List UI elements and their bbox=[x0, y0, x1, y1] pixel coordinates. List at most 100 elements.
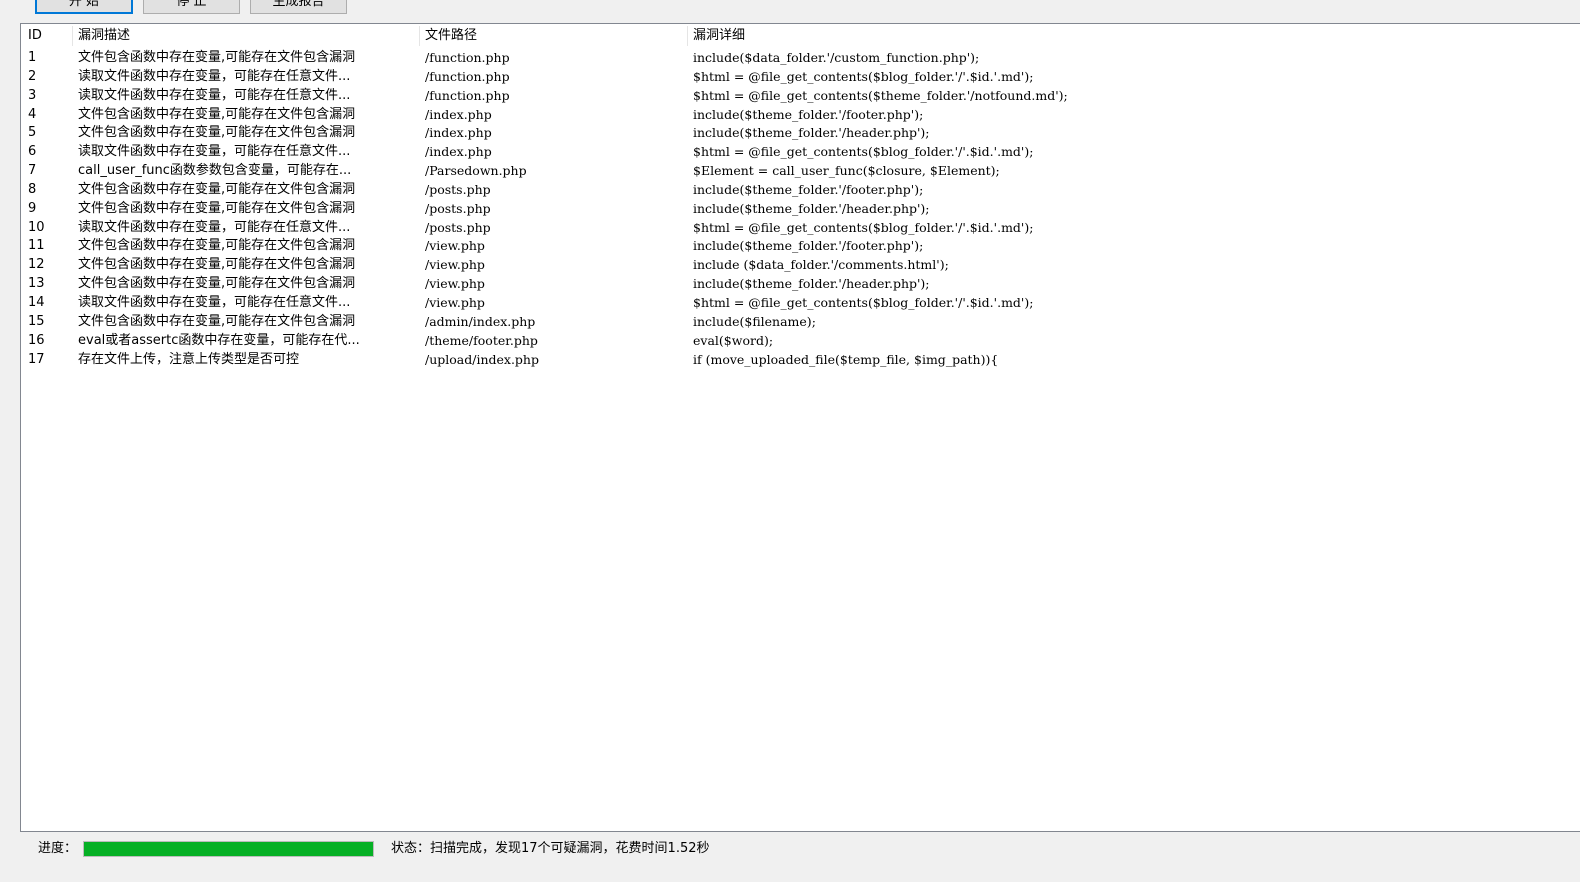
row-file-path: /index.php bbox=[425, 144, 492, 160]
row-id: 15 bbox=[28, 313, 45, 329]
table-row[interactable]: 14 读取文件函数中存在变量，可能存在任意文件... /view.php $html … bbox=[21, 294, 1580, 313]
row-file-path: /upload/index.php bbox=[425, 351, 539, 367]
progress-fill bbox=[84, 842, 373, 856]
row-description: 存在文件上传，注意上传类型是否可控 bbox=[78, 351, 300, 367]
table-row[interactable]: 3 读取文件函数中存在变量，可能存在任意文件... /function.php $ht… bbox=[21, 87, 1580, 106]
row-id: 10 bbox=[28, 219, 45, 235]
row-detail: include($theme_folder.'/header.php'); bbox=[693, 200, 930, 216]
row-file-path: /view.php bbox=[425, 257, 485, 273]
table-row[interactable]: 17 存在文件上传，注意上传类型是否可控/upload/index.php if (… bbox=[21, 351, 1580, 370]
column-header-id[interactable]: ID bbox=[22, 24, 72, 48]
row-detail: eval($word); bbox=[693, 332, 774, 348]
row-description: 读取文件函数中存在变量，可能存在任意文件... bbox=[78, 144, 351, 160]
vulnerability-list[interactable]: ID 漏洞描述 文件路径 漏洞详细 1 文件包含函数中存在变量,可能存在文件包含漏… bbox=[20, 23, 1580, 832]
row-id: 5 bbox=[28, 125, 37, 141]
row-detail: if (move_uploaded_file($temp_file, $img_… bbox=[693, 351, 999, 367]
row-file-path: /function.php bbox=[425, 50, 510, 65]
row-detail: include($theme_folder.'/footer.php'); bbox=[693, 181, 924, 197]
row-detail: include($theme_folder.'/footer.php'); bbox=[693, 238, 924, 254]
status-bar: 进度： 状态：扫描完成，发现17个可疑漏洞，花费时间1.52秒 bbox=[20, 834, 1580, 864]
row-file-path: /theme/footer.php bbox=[425, 332, 538, 348]
row-description: eval或者assertc函数中存在变量，可能存在代... bbox=[78, 332, 360, 348]
row-description: 文件包含函数中存在变量,可能存在文件包含漏洞 bbox=[78, 181, 356, 197]
row-file-path: /index.php bbox=[425, 106, 492, 122]
row-description: 文件包含函数中存在变量,可能存在文件包含漏洞 bbox=[78, 257, 356, 273]
row-file-path: /view.php bbox=[425, 276, 485, 292]
row-id: 9 bbox=[28, 200, 37, 216]
row-file-path: /admin/index.php bbox=[425, 313, 536, 329]
row-id: 14 bbox=[28, 294, 45, 310]
column-header-description[interactable]: 漏洞描述 bbox=[72, 24, 419, 48]
status-text: 状态：扫描完成，发现17个可疑漏洞，花费时间1.52秒 bbox=[391, 841, 710, 856]
row-detail: $html = @file_get_contents($blog_folder.… bbox=[693, 294, 1034, 310]
stop-button[interactable]: 停 止 bbox=[143, 0, 240, 14]
row-file-path: /function.php bbox=[425, 68, 510, 84]
row-detail: include($theme_folder.'/header.php'); bbox=[693, 276, 930, 292]
row-file-path: /Parsedown.php bbox=[425, 163, 527, 179]
progress-label: 进度： bbox=[38, 841, 78, 856]
column-header-file-path[interactable]: 文件路径 bbox=[419, 24, 687, 48]
row-description: 文件包含函数中存在变量,可能存在文件包含漏洞 bbox=[78, 276, 356, 292]
column-header-detail[interactable]: 漏洞详细 bbox=[687, 24, 1580, 48]
row-description: 读取文件函数中存在变量，可能存在任意文件... bbox=[78, 294, 351, 310]
start-button[interactable]: 开 始 bbox=[35, 0, 133, 14]
row-detail: $html = @file_get_contents($blog_folder.… bbox=[693, 68, 1034, 84]
row-file-path: /view.php bbox=[425, 238, 485, 254]
row-description: 文件包含函数中存在变量,可能存在文件包含漏洞 bbox=[78, 238, 356, 254]
row-file-path: /posts.php bbox=[425, 200, 491, 216]
row-detail: include($theme_folder.'/footer.php'); bbox=[693, 106, 924, 122]
table-row[interactable]: 16 eval或者assertc函数中存在变量，可能存在代... /theme/fo… bbox=[21, 332, 1580, 351]
table-row[interactable]: 8 文件包含函数中存在变量,可能存在文件包含漏洞/posts.php include… bbox=[21, 181, 1580, 200]
row-description: 读取文件函数中存在变量，可能存在任意文件... bbox=[78, 219, 351, 235]
table-row[interactable]: 13 文件包含函数中存在变量,可能存在文件包含漏洞/view.php include… bbox=[21, 275, 1580, 294]
row-description: call_user_func函数参数包含变量，可能存在... bbox=[78, 163, 352, 179]
row-detail: include($data_folder.'/custom_function.p… bbox=[693, 50, 980, 65]
table-row[interactable]: 6 读取文件函数中存在变量，可能存在任意文件... /index.php $html … bbox=[21, 143, 1580, 162]
row-id: 2 bbox=[28, 68, 37, 84]
table-row[interactable]: 9 文件包含函数中存在变量,可能存在文件包含漏洞/posts.php include… bbox=[21, 200, 1580, 219]
row-description: 文件包含函数中存在变量,可能存在文件包含漏洞 bbox=[78, 50, 356, 65]
row-file-path: /posts.php bbox=[425, 219, 491, 235]
table-row[interactable]: 4 文件包含函数中存在变量,可能存在文件包含漏洞/index.php include… bbox=[21, 106, 1580, 125]
row-file-path: /index.php bbox=[425, 125, 492, 141]
row-detail: $html = @file_get_contents($theme_folder… bbox=[693, 87, 1068, 103]
table-row[interactable]: 11 文件包含函数中存在变量,可能存在文件包含漏洞/view.php include… bbox=[21, 237, 1580, 256]
row-detail: $Element = call_user_func($closure, $Ele… bbox=[693, 163, 1000, 179]
row-file-path: /function.php bbox=[425, 87, 510, 103]
row-detail: $html = @file_get_contents($blog_folder.… bbox=[693, 144, 1034, 160]
list-rows: 1 文件包含函数中存在变量,可能存在文件包含漏洞/function.php incl… bbox=[21, 49, 1580, 369]
row-id: 12 bbox=[28, 257, 45, 273]
row-id: 11 bbox=[28, 238, 45, 254]
row-id: 17 bbox=[28, 351, 45, 367]
row-description: 读取文件函数中存在变量，可能存在任意文件... bbox=[78, 68, 351, 84]
list-header: ID 漏洞描述 文件路径 漏洞详细 bbox=[21, 24, 1580, 48]
row-id: 13 bbox=[28, 276, 45, 292]
row-detail: include($theme_folder.'/header.php'); bbox=[693, 125, 930, 141]
table-row[interactable]: 7 call_user_func函数参数包含变量，可能存在... /Parsedow… bbox=[21, 162, 1580, 181]
table-row[interactable]: 15 文件包含函数中存在变量,可能存在文件包含漏洞/admin/index.php… bbox=[21, 313, 1580, 332]
generate-report-button[interactable]: 生成报告 bbox=[250, 0, 347, 14]
row-description: 文件包含函数中存在变量,可能存在文件包含漏洞 bbox=[78, 125, 356, 141]
row-id: 1 bbox=[28, 50, 37, 65]
row-detail: include ($data_folder.'/comments.html'); bbox=[693, 257, 949, 273]
row-id: 6 bbox=[28, 144, 37, 160]
row-id: 7 bbox=[28, 163, 37, 179]
row-id: 16 bbox=[28, 332, 45, 348]
row-id: 4 bbox=[28, 106, 37, 122]
row-file-path: /posts.php bbox=[425, 181, 491, 197]
table-row[interactable]: 12 文件包含函数中存在变量,可能存在文件包含漏洞/view.php include… bbox=[21, 256, 1580, 275]
row-detail: include($filename); bbox=[693, 313, 816, 329]
progress-bar bbox=[83, 841, 374, 857]
row-id: 3 bbox=[28, 87, 37, 103]
row-id: 8 bbox=[28, 181, 37, 197]
table-row[interactable]: 5 文件包含函数中存在变量,可能存在文件包含漏洞/index.php include… bbox=[21, 124, 1580, 143]
row-file-path: /view.php bbox=[425, 294, 485, 310]
row-description: 文件包含函数中存在变量,可能存在文件包含漏洞 bbox=[78, 106, 356, 122]
row-description: 读取文件函数中存在变量，可能存在任意文件... bbox=[78, 87, 351, 103]
table-row[interactable]: 10 读取文件函数中存在变量，可能存在任意文件... /posts.php $html… bbox=[21, 219, 1580, 238]
app-window: 开 始 停 止 生成报告 ID 漏洞描述 文件路径 漏洞详细 1 文件包含函数中存… bbox=[0, 0, 1580, 882]
row-description: 文件包含函数中存在变量,可能存在文件包含漏洞 bbox=[78, 313, 356, 329]
row-detail: $html = @file_get_contents($blog_folder.… bbox=[693, 219, 1034, 235]
table-row[interactable]: 2 读取文件函数中存在变量，可能存在任意文件... /function.php $ht… bbox=[21, 68, 1580, 87]
table-row[interactable]: 1 文件包含函数中存在变量,可能存在文件包含漏洞/function.php incl… bbox=[21, 49, 1580, 68]
